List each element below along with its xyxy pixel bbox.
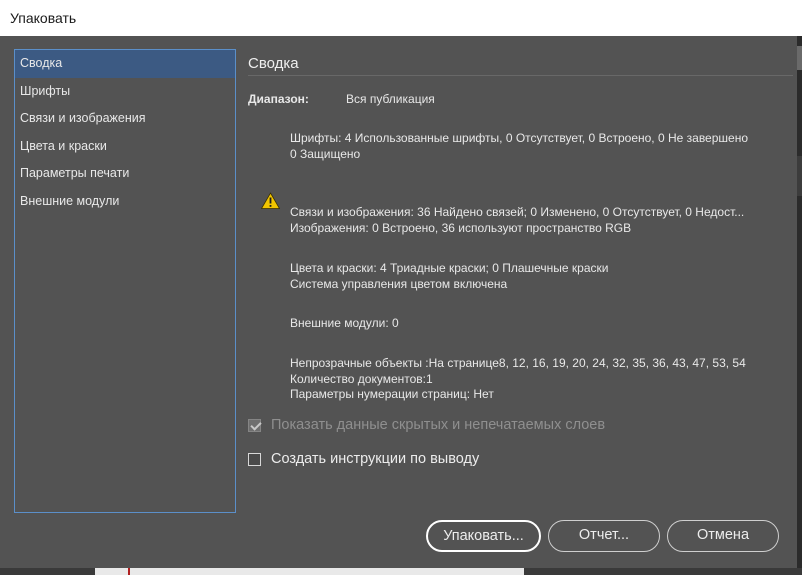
colors-summary-line: Система управления цветом включена xyxy=(290,276,508,291)
background-app-edge xyxy=(797,36,802,575)
background-app-bottom xyxy=(0,568,802,575)
other-summary-line: Непрозрачные объекты :На странице8, 12, … xyxy=(290,356,746,370)
sidebar-item-plugins[interactable]: Внешние модули xyxy=(15,188,235,216)
package-button[interactable]: Упаковать... xyxy=(426,520,541,552)
links-summary-line: Связи и изображения: 36 Найдено связей; … xyxy=(290,205,745,219)
window-title: Упаковать xyxy=(10,10,77,26)
colors-summary-line: Цвета и краски: 4 Триадные краски; 0 Пла… xyxy=(290,261,609,275)
other-summary-line: Количество документов:1 xyxy=(290,371,433,386)
section-title: Сводка xyxy=(248,55,299,72)
other-summary-line: Параметры нумерации страниц: Нет xyxy=(290,387,494,401)
colors-summary: Цвета и краски: 4 Триадные краски; 0 Пла… xyxy=(290,261,609,292)
links-summary-line: Изображения: 0 Встроено, 36 используют п… xyxy=(290,220,632,235)
report-button[interactable]: Отчет... xyxy=(548,520,660,552)
create-instructions-checkbox[interactable] xyxy=(248,452,261,466)
warning-triangle-icon xyxy=(261,192,280,209)
fonts-summary: Шрифты: 4 Использованные шрифты, 0 Отсут… xyxy=(290,131,748,162)
category-list: Сводка Шрифты Связи и изображения Цвета … xyxy=(14,49,236,513)
show-hidden-layers-label: Показать данные скрытых и непечатаемых с… xyxy=(271,417,606,433)
fonts-summary-line: 0 Защищено xyxy=(290,146,361,161)
background-app-element xyxy=(797,46,802,70)
create-instructions-label[interactable]: Создать инструкции по выводу xyxy=(271,451,479,467)
background-app-guide xyxy=(128,568,130,575)
window-title-bar: Упаковать xyxy=(0,0,802,36)
background-app-element xyxy=(524,568,802,575)
other-summary: Непрозрачные объекты :На странице8, 12, … xyxy=(290,356,746,403)
links-summary: Связи и изображения: 36 Найдено связей; … xyxy=(290,205,744,236)
plugins-summary: Внешние модули: 0 xyxy=(290,316,399,332)
show-hidden-layers-checkbox[interactable] xyxy=(248,418,261,432)
plugins-summary-line: Внешние модули: 0 xyxy=(290,316,399,330)
background-app-element xyxy=(0,568,95,575)
range-value: Вся публикация xyxy=(346,92,435,106)
sidebar-item-print-settings[interactable]: Параметры печати xyxy=(15,160,235,188)
cancel-button[interactable]: Отмена xyxy=(667,520,779,552)
sidebar-item-summary[interactable]: Сводка xyxy=(15,50,235,78)
section-divider xyxy=(248,75,793,76)
sidebar-item-colors-inks[interactable]: Цвета и краски xyxy=(15,133,235,161)
show-hidden-layers-option: Показать данные скрытых и непечатаемых с… xyxy=(248,417,605,433)
sidebar-item-links-images[interactable]: Связи и изображения xyxy=(15,105,235,133)
background-app-element xyxy=(797,156,802,196)
sidebar-item-fonts[interactable]: Шрифты xyxy=(15,78,235,106)
range-label: Диапазон: xyxy=(248,92,309,106)
create-instructions-option: Создать инструкции по выводу xyxy=(248,451,479,467)
fonts-summary-line: Шрифты: 4 Использованные шрифты, 0 Отсут… xyxy=(290,131,749,145)
